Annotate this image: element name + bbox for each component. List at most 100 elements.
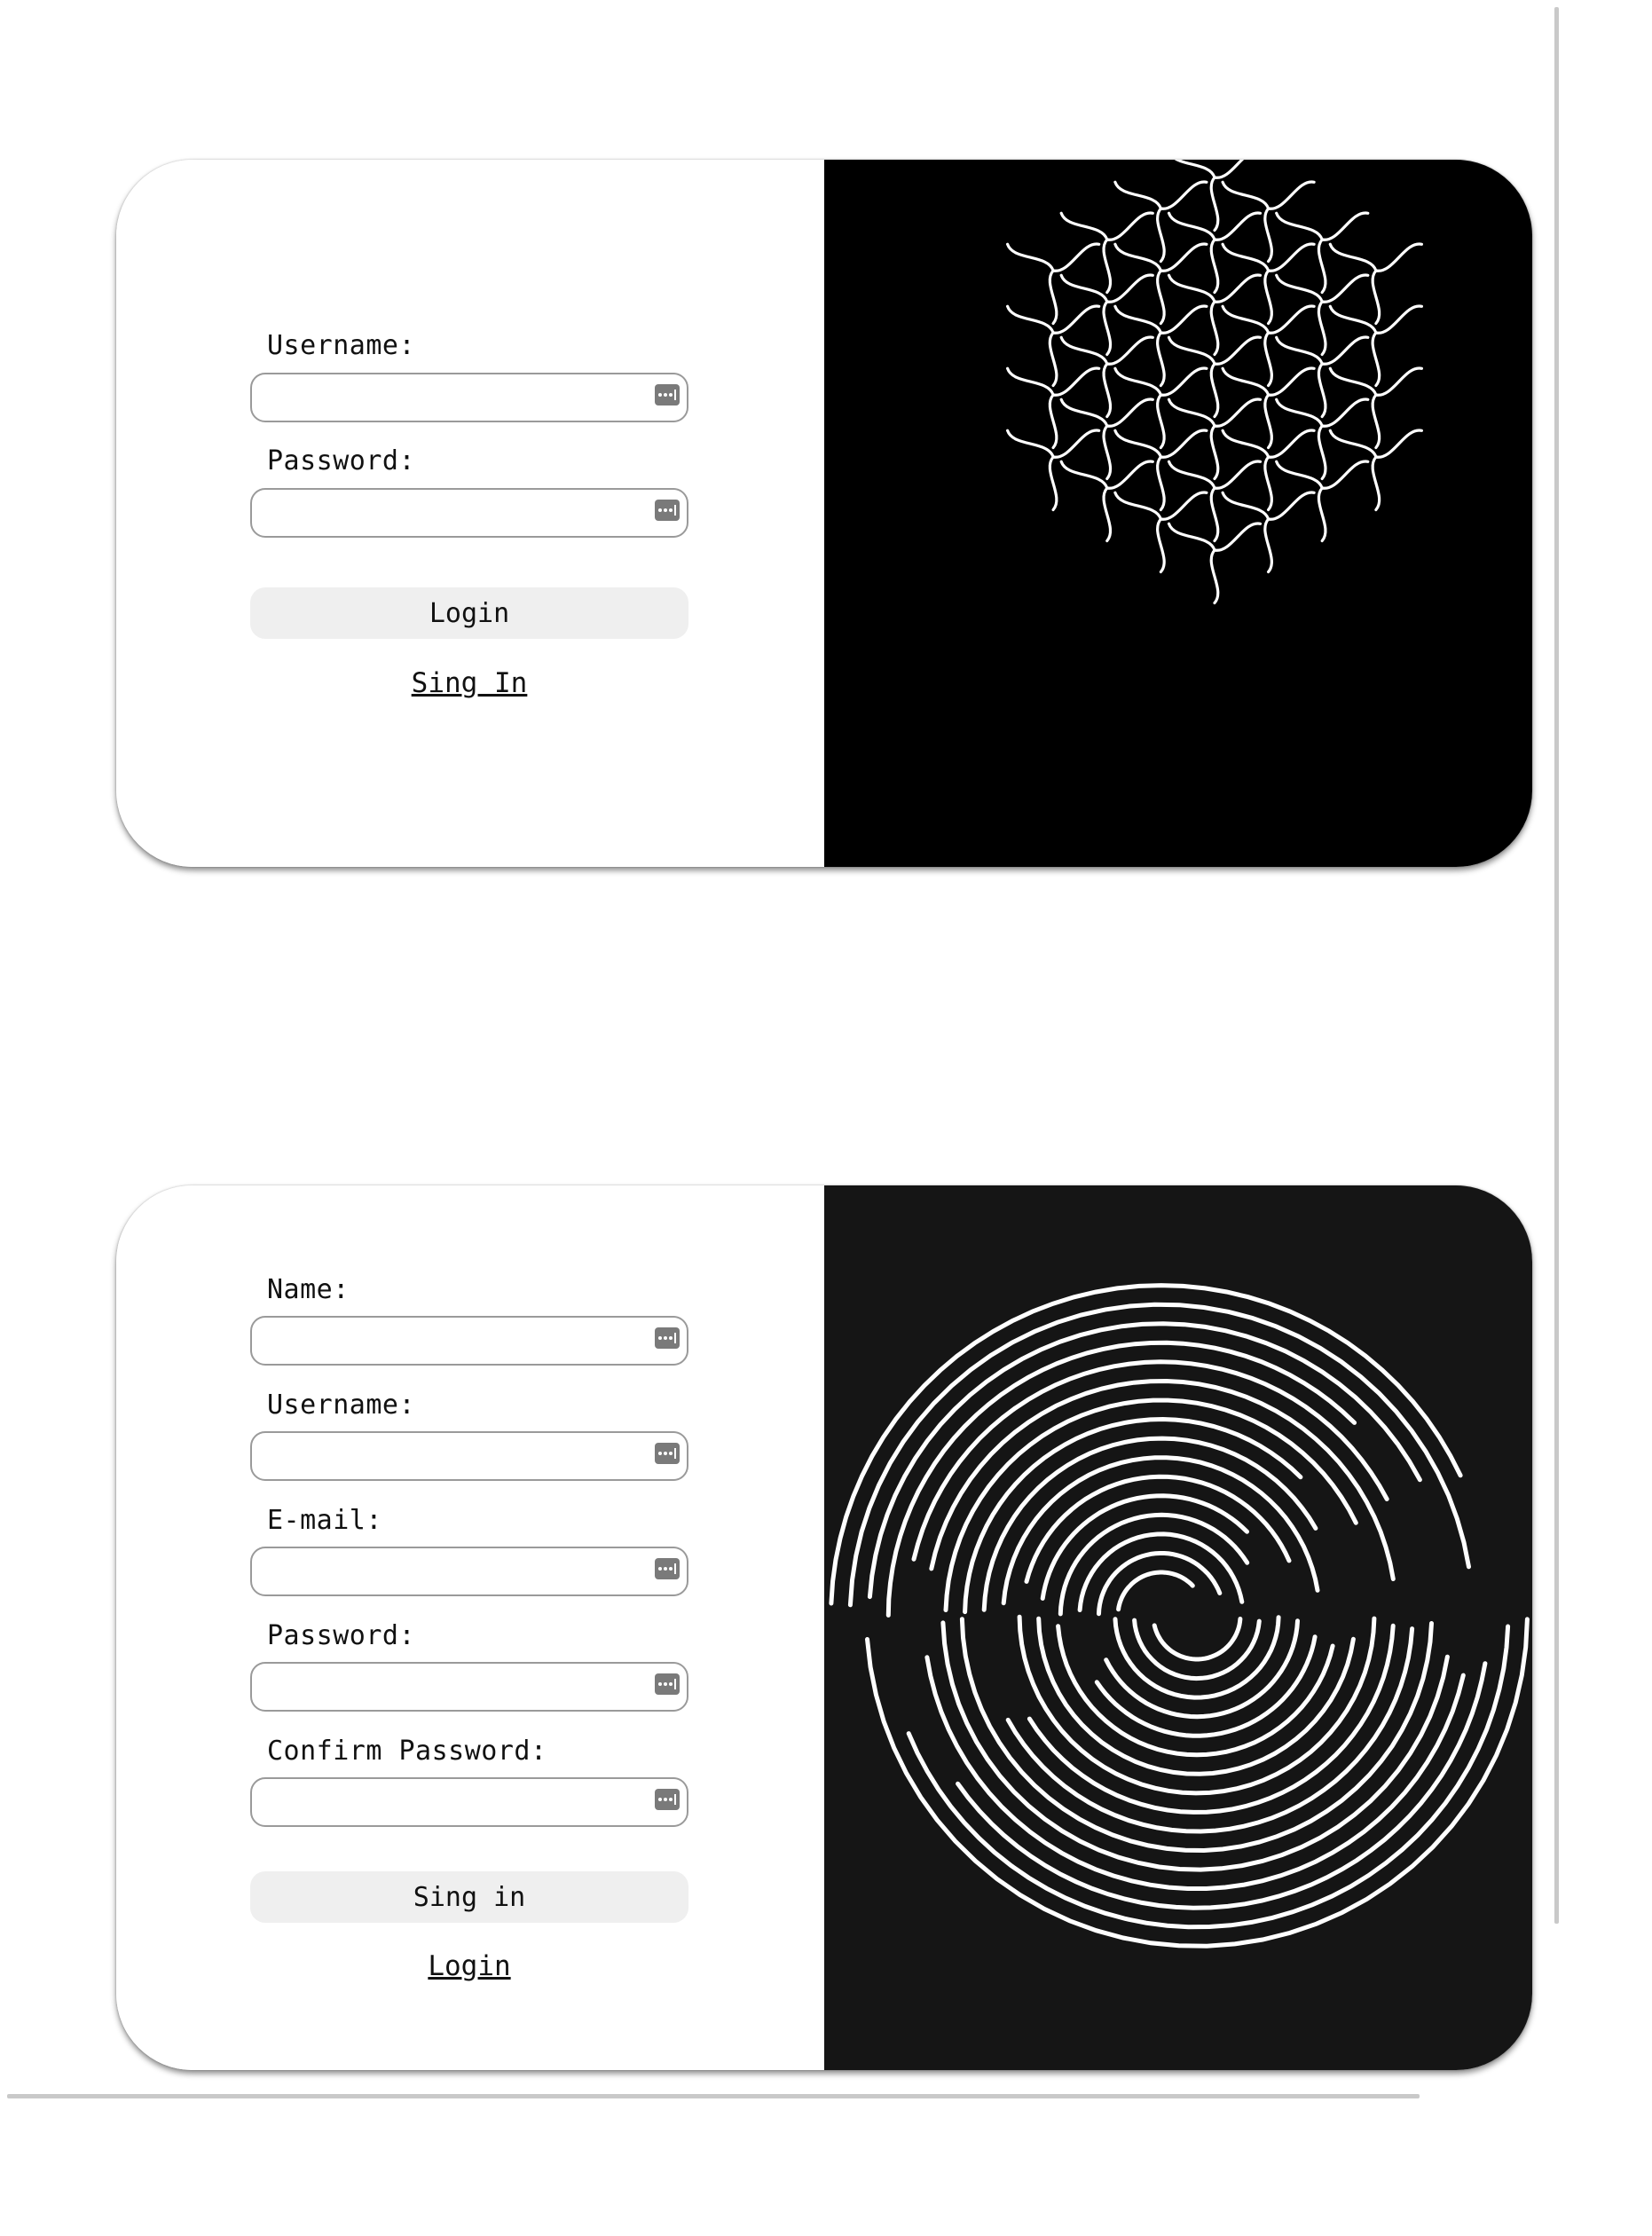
- cube-stroke: [1275, 398, 1324, 428]
- cube-stroke: [1371, 331, 1381, 388]
- cube-stroke: [1275, 273, 1324, 303]
- cube-stroke: [1320, 211, 1370, 241]
- cube-stroke: [1209, 300, 1220, 357]
- wavy-cube-illustration: [1006, 160, 1423, 605]
- cube-stroke: [1105, 211, 1154, 241]
- cube-stroke: [1059, 335, 1109, 366]
- cube-stroke: [1374, 366, 1423, 397]
- cube-stroke: [1317, 424, 1327, 481]
- cube-stroke: [1059, 273, 1109, 303]
- email-input[interactable]: [250, 1547, 688, 1596]
- cube-stroke: [1048, 269, 1058, 326]
- cube-stroke: [1221, 304, 1270, 335]
- cube-stroke: [1275, 211, 1324, 241]
- cube-stroke: [1159, 180, 1208, 210]
- cube-stroke: [1267, 304, 1316, 335]
- cube-stroke: [1156, 517, 1166, 574]
- login-link[interactable]: Login: [250, 1950, 688, 1982]
- cube-stroke: [1113, 491, 1162, 521]
- cube-stroke: [1113, 304, 1162, 335]
- cube-stroke: [1059, 398, 1109, 428]
- login-card: Username: Password: Login Sing In: [116, 160, 1532, 867]
- cube-stroke: [1048, 455, 1058, 512]
- cube-stroke: [1102, 300, 1113, 357]
- email-label: E-mail:: [267, 1505, 382, 1536]
- password-manager-key-icon[interactable]: [655, 1443, 680, 1464]
- cube-stroke: [1102, 424, 1113, 481]
- cube-stroke: [1051, 366, 1101, 397]
- password-manager-key-icon[interactable]: [655, 1558, 680, 1579]
- signup-card: Name: Username: E-mail: Password: Confir…: [116, 1185, 1532, 2070]
- name-label: Name:: [267, 1274, 350, 1305]
- cube-stroke: [1317, 300, 1327, 357]
- cube-stroke: [1374, 304, 1423, 335]
- cube-stroke: [1267, 180, 1316, 210]
- cube-stroke: [1059, 460, 1109, 490]
- sign-in-button[interactable]: Sing in: [250, 1871, 688, 1923]
- cube-stroke: [1320, 335, 1370, 366]
- cube-stroke: [1048, 393, 1058, 450]
- cube-stroke: [1167, 273, 1216, 303]
- cube-stroke: [1374, 429, 1423, 459]
- cube-stroke: [1167, 211, 1216, 241]
- cube-stroke: [1113, 366, 1162, 397]
- cube-stroke: [1221, 366, 1270, 397]
- cube-stroke: [1213, 522, 1263, 552]
- spiral-arc-bottom: [1094, 1634, 1318, 1738]
- password-input[interactable]: [250, 488, 688, 538]
- cube-stroke: [1167, 398, 1216, 428]
- confirm-password-input[interactable]: [250, 1777, 688, 1827]
- username-input[interactable]: [250, 1431, 688, 1481]
- cube-stroke: [1320, 273, 1370, 303]
- split-spiral-illustration: [829, 1283, 1530, 1949]
- spiral-arc-top: [929, 1378, 1396, 1581]
- password-manager-key-icon[interactable]: [655, 1327, 680, 1349]
- cube-stroke: [1051, 429, 1101, 459]
- cube-stroke: [1263, 207, 1273, 264]
- password-manager-key-icon[interactable]: [655, 1789, 680, 1810]
- spiral-arc-top: [1097, 1551, 1223, 1617]
- cube-stroke: [1263, 269, 1273, 326]
- name-input[interactable]: [250, 1316, 688, 1366]
- horizontal-scrollbar[interactable]: [7, 2094, 1420, 2098]
- username-label: Username:: [267, 1390, 416, 1421]
- cube-stroke: [1059, 211, 1109, 241]
- cube-stroke: [1213, 460, 1263, 490]
- password-input[interactable]: [250, 1662, 688, 1712]
- cube-stroke: [1051, 242, 1101, 272]
- sign-in-link[interactable]: Sing In: [250, 667, 688, 699]
- cube-stroke: [1167, 460, 1216, 490]
- vertical-scrollbar[interactable]: [1554, 7, 1559, 1924]
- cube-stroke: [1006, 242, 1055, 272]
- cube-stroke: [1374, 242, 1423, 272]
- split-spiral-art: [824, 1185, 1532, 2070]
- cube-stroke: [1159, 491, 1208, 521]
- cube-stroke: [1209, 424, 1220, 481]
- spiral-arc-bottom: [1152, 1617, 1243, 1662]
- cube-stroke: [1221, 429, 1270, 459]
- confirm-password-label: Confirm Password:: [267, 1736, 547, 1767]
- cube-stroke: [1275, 335, 1324, 366]
- password-manager-key-icon[interactable]: [655, 500, 680, 521]
- cube-stroke: [1317, 238, 1327, 295]
- cube-stroke: [1105, 460, 1154, 490]
- cube-stroke: [1105, 273, 1154, 303]
- cube-stroke: [1267, 491, 1316, 521]
- cube-stroke: [1213, 398, 1263, 428]
- cube-stroke: [1102, 362, 1113, 419]
- password-label: Password:: [267, 1620, 416, 1651]
- cube-stroke: [1156, 207, 1166, 264]
- cube-stroke: [1113, 429, 1162, 459]
- cube-stroke: [1320, 460, 1370, 490]
- cube-stroke: [1159, 304, 1208, 335]
- cube-stroke: [1156, 393, 1166, 450]
- cube-stroke: [1371, 455, 1381, 512]
- cube-stroke: [1317, 486, 1327, 543]
- cube-stroke: [1006, 429, 1055, 459]
- username-label: Username:: [267, 330, 416, 361]
- username-input[interactable]: [250, 373, 688, 422]
- cube-stroke: [1167, 522, 1216, 552]
- login-button[interactable]: Login: [250, 587, 688, 639]
- password-manager-key-icon[interactable]: [655, 384, 680, 405]
- password-manager-key-icon[interactable]: [655, 1673, 680, 1695]
